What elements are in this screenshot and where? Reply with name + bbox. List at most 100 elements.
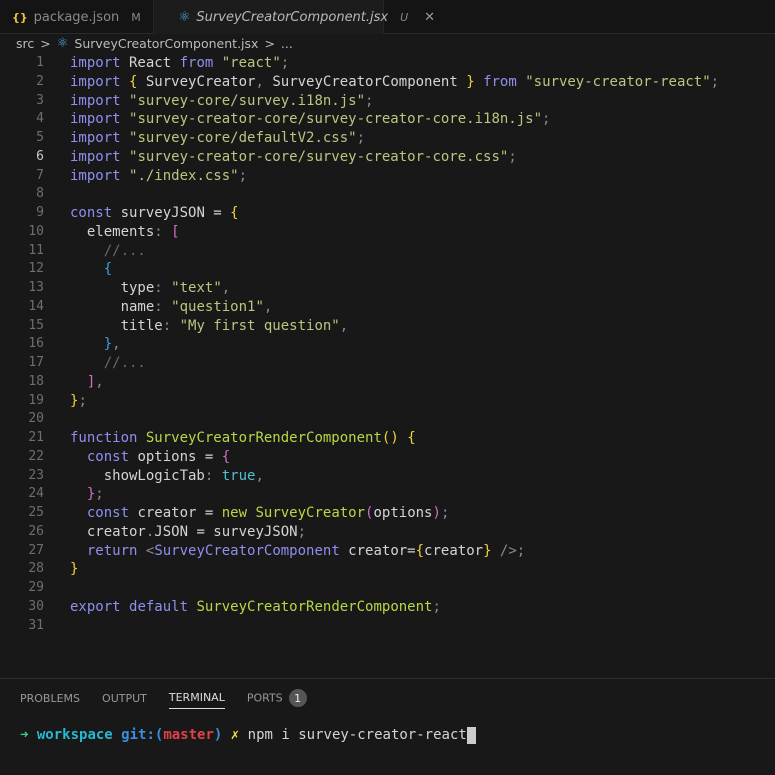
panel-tab-output[interactable]: OUTPUT [102, 692, 147, 709]
line-number: 19 [28, 392, 44, 408]
terminal[interactable]: ➜ workspace git:( master ) ✗ npm i surve… [20, 727, 476, 744]
line-number: 5 [36, 130, 44, 145]
code-token: creator [424, 542, 484, 559]
code-token: ; [432, 598, 441, 615]
close-icon[interactable]: ✕ [424, 10, 435, 25]
code-line: 5 import "survey-core/defaultV2.css"; [0, 129, 775, 148]
code-token: import [70, 148, 121, 165]
code-token: const [70, 448, 130, 465]
code-token: , [255, 73, 264, 90]
code-text: const options = { [70, 448, 230, 467]
code-text: }; [70, 392, 87, 411]
breadcrumb-file[interactable]: SurveyCreatorComponent.jsx [74, 36, 258, 51]
code-token: JSON = surveyJSON [154, 523, 298, 540]
code-line: 29 [0, 579, 775, 598]
code-token: type [70, 280, 155, 296]
line-number: 24 [28, 486, 44, 502]
code-text: import "survey-creator-core/survey-creat… [70, 148, 517, 167]
code-token: { [230, 205, 239, 221]
code-line: 22 const options = { [0, 448, 775, 467]
code-token: />; [491, 542, 526, 559]
panel-tabs: PROBLEMS OUTPUT TERMINAL PORTS 1 [0, 679, 775, 711]
git-branch: master [163, 727, 214, 743]
code-token: "survey-core/defaultV2.css" [129, 130, 357, 146]
line-number: 26 [28, 523, 44, 539]
code-line: 30 export default SurveyCreatorRenderComp… [0, 598, 775, 617]
code-token: import [70, 130, 121, 146]
breadcrumb-folder[interactable]: src [16, 36, 34, 51]
code-token: "./index.css" [129, 167, 239, 184]
code-text: { [70, 260, 112, 279]
code-token: SurveyCreatorComponent [154, 542, 340, 559]
code-token: ; [710, 73, 720, 90]
react-icon: ⚛ [56, 36, 69, 51]
code-line: 25 const creator = new SurveyCreator(opt… [0, 504, 775, 523]
code-line: 3 import "survey-core/survey.i18n.js"; [0, 92, 775, 111]
code-token: ] [70, 373, 96, 390]
chevron-right-icon: > [40, 36, 51, 51]
code-token: creator= [339, 542, 416, 559]
code-token: SurveyCreator [137, 73, 256, 90]
code-token: import [70, 167, 121, 184]
code-token: ; [440, 505, 450, 521]
terminal-dir: workspace [36, 727, 113, 743]
tab-label: package.json [33, 9, 120, 25]
code-token: , [339, 317, 349, 334]
code-token: , [112, 336, 121, 353]
code-token: { [221, 448, 231, 465]
line-number: 12 [28, 261, 44, 277]
code-line: 9 const surveyJSON = { [0, 204, 775, 223]
code-token: { [407, 430, 416, 446]
code-token: "text" [171, 280, 222, 296]
code-token: "survey-creator-core/survey-creator-core… [129, 148, 509, 165]
code-token: import [70, 92, 121, 109]
code-line: 2 import { SurveyCreator, SurveyCreatorCo… [0, 73, 775, 92]
code-token: import [70, 111, 121, 128]
code-token: ) [432, 505, 441, 521]
code-token: () [381, 430, 399, 446]
code-line: 4 import "survey-creator-core/survey-crea… [0, 110, 775, 129]
code-line: 18 ], [0, 373, 775, 392]
code-text: showLogicTab: true, [70, 467, 264, 486]
breadcrumb-more[interactable]: ... [281, 36, 293, 51]
panel-tab-terminal[interactable]: TERMINAL [168, 691, 225, 709]
code-token: creator = [129, 505, 222, 521]
tab-package-json[interactable]: {} package.json M [0, 0, 154, 34]
panel-tab-ports[interactable]: PORTS 1 [247, 689, 307, 711]
code-text: type: "text", [70, 279, 231, 298]
code-token: : [154, 280, 163, 296]
code-token: SurveyCreator [255, 505, 366, 521]
code-text: import "survey-creator-core/survey-creat… [70, 110, 550, 129]
code-token: "survey-core/survey.i18n.js" [129, 92, 366, 109]
tab-survey-creator-component[interactable]: ⚛ SurveyCreatorComponent.jsx U ✕ [153, 0, 435, 34]
code-token: elements [70, 223, 155, 240]
chevron-right-icon: > [264, 36, 275, 51]
line-number: 21 [28, 430, 44, 445]
code-token: const [70, 505, 130, 521]
code-token: } [70, 561, 79, 578]
git-suffix: ) [213, 727, 223, 743]
code-text: import "survey-core/defaultV2.css"; [70, 129, 365, 148]
code-line: 1 import React from "react"; [0, 54, 775, 73]
code-token: , [263, 298, 273, 315]
dirty-icon: ✗ [230, 727, 240, 743]
line-number: 2 [36, 73, 44, 89]
panel-tab-problems[interactable]: PROBLEMS [20, 692, 80, 709]
code-line: 31 [0, 617, 775, 636]
code-token: surveyJSON = [112, 205, 231, 221]
code-token: : [154, 223, 163, 240]
code-text: import "./index.css"; [70, 167, 247, 186]
line-number: 10 [28, 223, 44, 239]
code-line: 6 import "survey-creator-core/survey-crea… [0, 148, 775, 167]
code-editor[interactable]: 1 import React from "react"; 2 import { Sur… [0, 54, 775, 635]
code-token: //... [70, 242, 146, 259]
code-token: //... [70, 355, 146, 371]
line-number: 25 [28, 505, 44, 520]
panel-tab-label: PORTS [246, 691, 283, 705]
code-line: 26 creator.JSON = surveyJSON; [0, 523, 775, 542]
